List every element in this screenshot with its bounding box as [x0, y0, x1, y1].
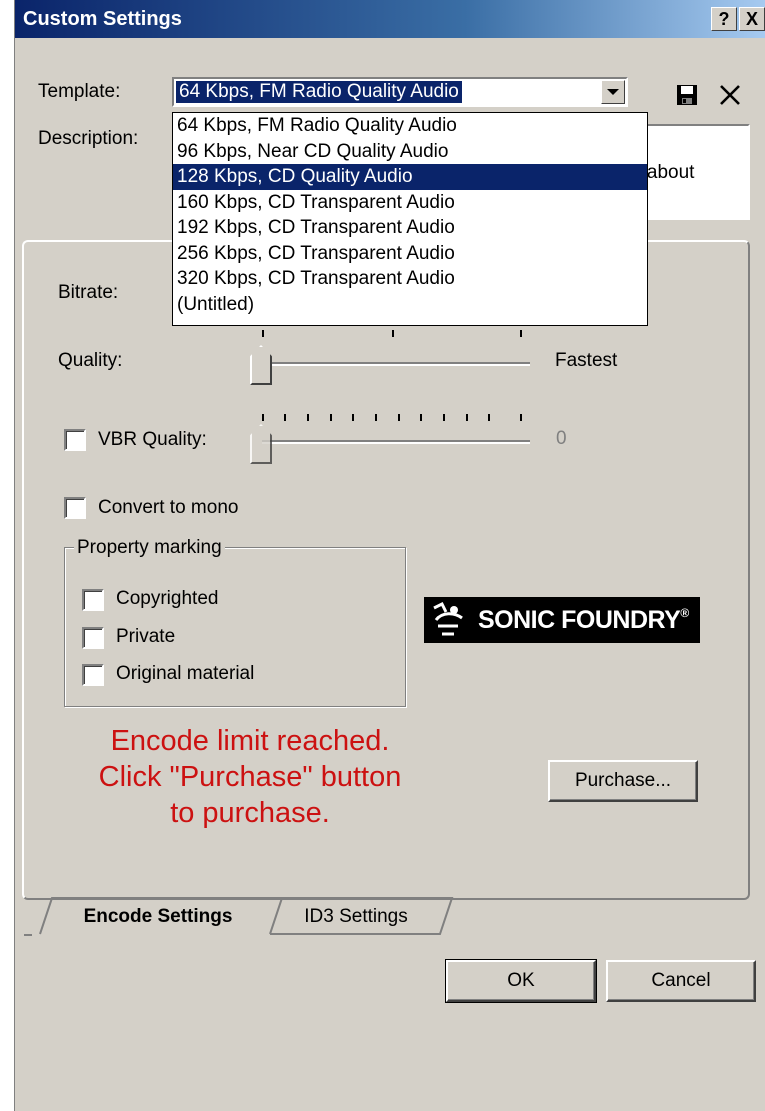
private-label: Private: [116, 626, 176, 647]
template-option-highlighted[interactable]: 128 Kbps, CD Quality Audio: [173, 164, 647, 190]
template-selected-value: 64 Kbps, FM Radio Quality Audio: [176, 81, 462, 103]
warning-line: to purchase.: [170, 797, 330, 829]
vbr-quality-checkbox[interactable]: [64, 429, 86, 451]
bitrate-label: Bitrate:: [58, 282, 119, 303]
warning-line: Encode limit reached.: [110, 725, 390, 757]
help-button[interactable]: ?: [711, 7, 737, 31]
vbr-quality-label: VBR Quality:: [98, 429, 207, 450]
template-label: Template:: [38, 81, 121, 102]
title-bar[interactable]: Custom Settings ? X: [15, 0, 765, 38]
quality-tick: [262, 330, 264, 337]
convert-mono-checkbox[interactable]: [64, 497, 86, 519]
logo-registered-mark: ®: [680, 605, 689, 620]
copyrighted-checkbox[interactable]: [82, 589, 104, 611]
sonic-foundry-logo: SONIC FOUNDRY®: [424, 597, 700, 643]
quality-label: Quality:: [58, 350, 123, 371]
template-option[interactable]: 96 Kbps, Near CD Quality Audio: [173, 139, 647, 165]
template-dropdown-list[interactable]: 64 Kbps, FM Radio Quality Audio 96 Kbps,…: [172, 112, 648, 326]
dropdown-arrow-icon[interactable]: [601, 80, 625, 104]
original-material-label: Original material: [116, 663, 255, 684]
template-option[interactable]: 192 Kbps, CD Transparent Audio: [173, 215, 647, 241]
purchase-button[interactable]: Purchase...: [548, 760, 698, 802]
logo-text: SONIC FOUNDRY: [478, 605, 681, 634]
encode-limit-warning: Encode limit reached. Click "Purchase" b…: [40, 723, 460, 831]
property-marking-label: Property marking: [74, 537, 225, 559]
convert-mono-label: Convert to mono: [98, 497, 239, 518]
delete-icon[interactable]: [718, 83, 742, 107]
warning-line: Click "Purchase" button: [98, 761, 402, 793]
template-combobox[interactable]: 64 Kbps, FM Radio Quality Audio: [172, 77, 628, 107]
template-option[interactable]: (Untitled): [173, 292, 647, 318]
template-option[interactable]: 320 Kbps, CD Transparent Audio: [173, 266, 647, 292]
quality-tick: [392, 330, 394, 337]
quality-value: Fastest: [555, 350, 618, 371]
ok-button[interactable]: OK: [445, 959, 597, 1003]
template-option[interactable]: 160 Kbps, CD Transparent Audio: [173, 190, 647, 216]
cancel-button[interactable]: Cancel: [606, 960, 756, 1002]
window-title: Custom Settings: [23, 7, 182, 30]
tab-encode-settings[interactable]: Encode Settings: [58, 899, 258, 935]
close-button[interactable]: X: [739, 7, 765, 31]
description-label: Description:: [38, 128, 139, 149]
vbr-slider-track[interactable]: [262, 440, 530, 444]
original-material-checkbox[interactable]: [82, 664, 104, 686]
tab-id3-settings[interactable]: ID3 Settings: [276, 899, 436, 935]
vbr-value: 0: [556, 428, 567, 449]
quality-tick: [520, 330, 522, 337]
sonic-foundry-emblem-icon: [428, 600, 468, 640]
template-option[interactable]: 64 Kbps, FM Radio Quality Audio: [173, 113, 647, 139]
private-checkbox[interactable]: [82, 627, 104, 649]
save-icon[interactable]: [676, 84, 698, 106]
tab-baseline: [24, 934, 32, 936]
template-option[interactable]: 256 Kbps, CD Transparent Audio: [173, 241, 647, 267]
copyrighted-label: Copyrighted: [116, 588, 219, 609]
quality-slider-track[interactable]: [262, 362, 530, 366]
